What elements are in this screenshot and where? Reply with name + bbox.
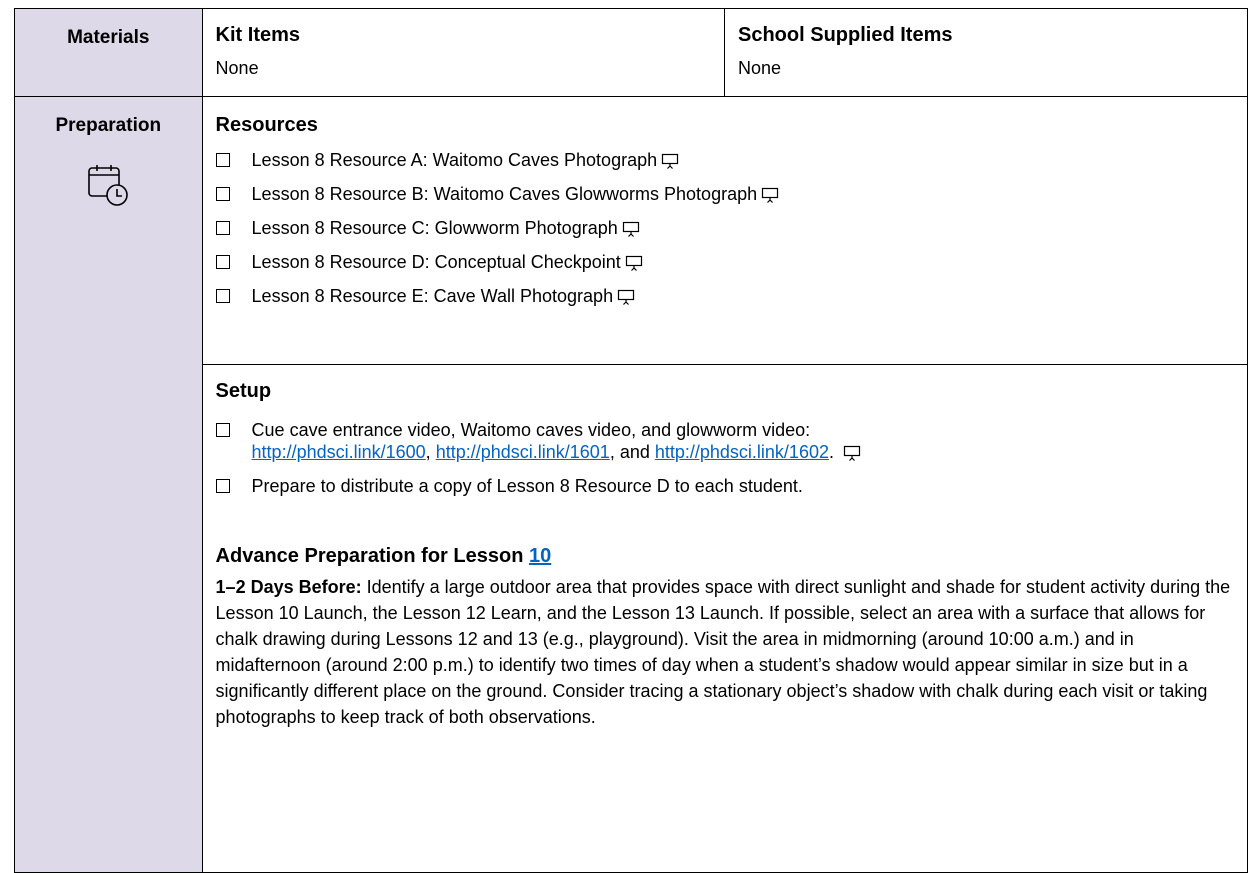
- materials-label: Materials: [67, 27, 150, 48]
- resource-item: Lesson 8 Resource C: Glowworm Photograph: [215, 217, 1247, 239]
- school-items-header: School Supplied Items: [738, 24, 953, 46]
- checkbox[interactable]: [215, 221, 230, 235]
- setup-header: Setup: [215, 380, 272, 402]
- video-link-1600[interactable]: http://phdsci.link/1600: [252, 442, 426, 462]
- checkbox[interactable]: [215, 479, 230, 493]
- school-items-value: None: [738, 58, 782, 78]
- resource-item: Lesson 8 Resource D: Conceptual Checkpoi…: [215, 251, 1247, 273]
- kit-items-value: None: [215, 58, 259, 78]
- timeframe-label: 1–2 Days Before:: [215, 577, 362, 597]
- setup-item-distribute: Prepare to distribute a copy of Lesson 8…: [215, 475, 1247, 497]
- video-link-1601[interactable]: http://phdsci.link/1601: [436, 442, 610, 462]
- preparation-label: Preparation: [55, 115, 162, 136]
- projector-icon: [843, 445, 861, 461]
- lesson-10-link[interactable]: 10: [529, 545, 551, 567]
- resource-item: Lesson 8 Resource E: Cave Wall Photograp…: [215, 285, 1247, 307]
- advance-preparation-text: 1–2 Days Before: Identify a large outdoo…: [216, 574, 1247, 730]
- kit-items-cell: Kit Items None: [201, 8, 726, 97]
- preparation-label-cell: Preparation: [14, 96, 203, 873]
- projector-icon: [625, 255, 642, 271]
- resources-list: Lesson 8 Resource A: Waitomo Caves Photo…: [215, 149, 1247, 307]
- projector-icon: [762, 187, 779, 203]
- resources-cell: Resources Lesson 8 Resource A: Waitomo C…: [201, 96, 1248, 365]
- checkbox[interactable]: [215, 153, 230, 167]
- projector-icon: [622, 221, 639, 237]
- projector-icon: [617, 289, 635, 305]
- setup-cell: Setup Cue cave entrance video, Waitomo c…: [201, 364, 1248, 873]
- advance-body: Identify a large outdoor area that provi…: [215, 577, 1231, 727]
- resource-item: Lesson 8 Resource B: Waitomo Caves Gloww…: [215, 183, 1247, 205]
- resource-label: Lesson 8 Resource B: Waitomo Caves Gloww…: [251, 184, 758, 204]
- resource-label: Lesson 8 Resource E: Cave Wall Photograp…: [251, 286, 614, 306]
- calendar-clock-icon: [88, 165, 129, 206]
- checkbox[interactable]: [215, 423, 230, 437]
- checkbox[interactable]: [215, 289, 230, 303]
- resource-label: Lesson 8 Resource D: Conceptual Checkpoi…: [251, 252, 621, 272]
- setup-item-text: Cue cave entrance video, Waitomo caves v…: [251, 420, 811, 440]
- resources-row: Preparation Resources Lesson 8 Resource …: [14, 96, 1248, 873]
- school-items-cell: School Supplied Items None: [724, 8, 1248, 97]
- materials-label-cell: Materials: [14, 8, 203, 97]
- resources-header: Resources: [215, 114, 318, 136]
- resource-label: Lesson 8 Resource C: Glowworm Photograph: [251, 218, 618, 238]
- setup-item-video: Cue cave entrance video, Waitomo caves v…: [215, 419, 1247, 463]
- advance-preparation-title: Advance Preparation for Lesson 10: [215, 545, 552, 567]
- setup-item-text: Prepare to distribute a copy of Lesson 8…: [251, 476, 803, 496]
- kit-items-header: Kit Items: [215, 24, 301, 46]
- projector-icon: [662, 153, 679, 169]
- resource-label: Lesson 8 Resource A: Waitomo Caves Photo…: [251, 150, 658, 170]
- checkbox[interactable]: [215, 255, 230, 269]
- resource-item: Lesson 8 Resource A: Waitomo Caves Photo…: [215, 149, 1247, 171]
- materials-row: Materials Kit Items None School Supplied…: [14, 8, 1248, 97]
- checkbox[interactable]: [215, 187, 230, 201]
- lesson-materials-table: Materials Kit Items None School Supplied…: [14, 8, 1248, 873]
- video-link-1602[interactable]: http://phdsci.link/1602: [655, 442, 829, 462]
